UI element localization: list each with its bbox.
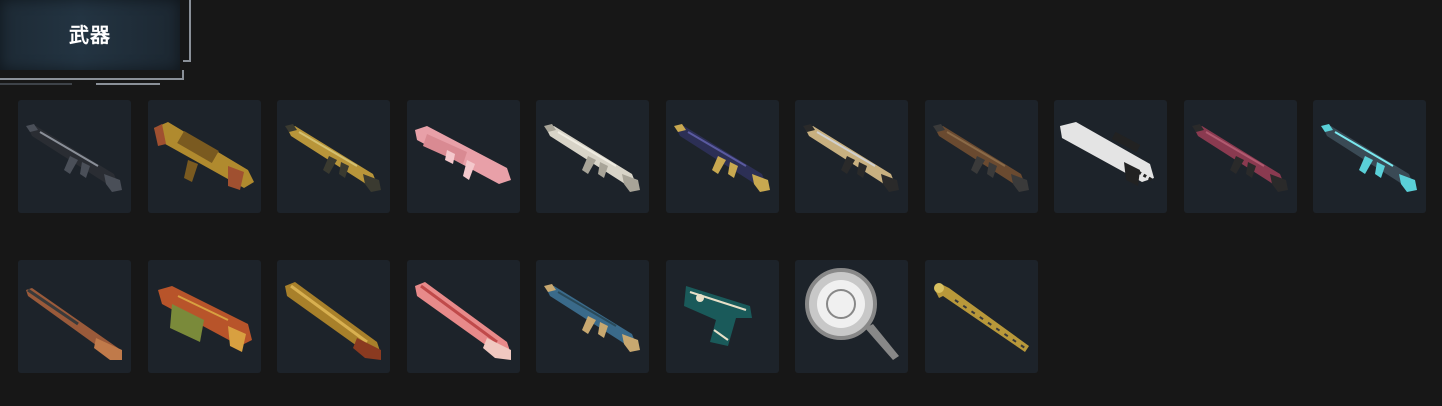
weapon-tile[interactable] bbox=[795, 260, 908, 373]
weapon-tile[interactable] bbox=[18, 260, 131, 373]
weapon-image bbox=[934, 283, 1029, 352]
assault-rifle-maroon-icon bbox=[1192, 124, 1288, 192]
weapon-tile[interactable] bbox=[148, 260, 261, 373]
weapon-tile[interactable] bbox=[1054, 100, 1167, 213]
weapon-tile[interactable] bbox=[148, 100, 261, 213]
section-header: 武器 bbox=[0, 0, 192, 85]
assault-rifle-navy-gold-icon bbox=[674, 124, 770, 192]
weapon-image bbox=[154, 122, 254, 190]
weapon-image bbox=[805, 268, 899, 360]
weapon-image bbox=[544, 284, 640, 352]
weapon-image bbox=[285, 124, 381, 192]
assault-rifle-white-icon bbox=[544, 124, 640, 192]
weapon-tile[interactable] bbox=[1184, 100, 1297, 213]
assault-rifle-gold-icon bbox=[285, 124, 381, 192]
weapon-tile[interactable] bbox=[18, 100, 131, 213]
weapon-image bbox=[158, 286, 252, 352]
weapon-image bbox=[26, 124, 122, 192]
weapon-tile[interactable] bbox=[277, 100, 390, 213]
header-bracket-tick bbox=[183, 60, 189, 62]
assault-rifle-black-icon bbox=[26, 124, 122, 192]
weapon-tile[interactable] bbox=[536, 100, 649, 213]
sniper-rifle-white-icon bbox=[1060, 122, 1154, 186]
shotgun-gold-wood-icon bbox=[285, 282, 381, 360]
weapon-image bbox=[544, 124, 640, 192]
grenade-launcher-gold-icon bbox=[154, 122, 254, 190]
pistol-teal-camo-icon bbox=[684, 286, 752, 346]
smg-orange-camo-icon bbox=[158, 286, 252, 352]
weapon-tile[interactable] bbox=[407, 100, 520, 213]
weapon-tile[interactable] bbox=[407, 260, 520, 373]
bullpup-rifle-pink-icon bbox=[415, 126, 511, 184]
assault-rifle-teal-icon bbox=[1321, 124, 1417, 192]
bolt-rifle-wood-icon bbox=[26, 288, 122, 360]
weapon-image bbox=[1321, 124, 1417, 192]
assault-rifle-blue-dotted-icon bbox=[544, 284, 640, 352]
weapon-tile[interactable] bbox=[795, 100, 908, 213]
weapon-tile[interactable] bbox=[666, 100, 779, 213]
weapon-image bbox=[684, 286, 752, 346]
weapon-tile[interactable] bbox=[666, 260, 779, 373]
weapon-image bbox=[1060, 122, 1154, 186]
shotgun-pink-floral-icon bbox=[415, 282, 511, 360]
weapon-image bbox=[26, 288, 122, 360]
weapon-tile[interactable] bbox=[536, 260, 649, 373]
header-underline bbox=[0, 70, 184, 80]
weapon-image bbox=[415, 282, 511, 360]
weapon-image bbox=[803, 124, 899, 192]
weapon-tile[interactable] bbox=[1313, 100, 1426, 213]
header-bracket bbox=[183, 0, 191, 62]
crowbar-gold-icon bbox=[934, 283, 1029, 352]
frying-pan-silver-icon bbox=[805, 268, 899, 360]
weapon-image bbox=[933, 124, 1029, 192]
weapon-tile[interactable] bbox=[277, 260, 390, 373]
section-title: 武器 bbox=[69, 23, 111, 47]
assault-rifle-tan-icon bbox=[803, 124, 899, 192]
weapon-image bbox=[415, 126, 511, 184]
header-underline-shadow bbox=[0, 83, 72, 85]
battle-rifle-brown-icon bbox=[933, 124, 1029, 192]
weapons-page: 武器 bbox=[0, 0, 1442, 406]
weapon-image bbox=[674, 124, 770, 192]
weapon-tile[interactable] bbox=[925, 100, 1038, 213]
weapon-image bbox=[285, 282, 381, 360]
header-underline-extension bbox=[96, 83, 160, 85]
weapon-image bbox=[1192, 124, 1288, 192]
weapon-tile[interactable] bbox=[925, 260, 1038, 373]
